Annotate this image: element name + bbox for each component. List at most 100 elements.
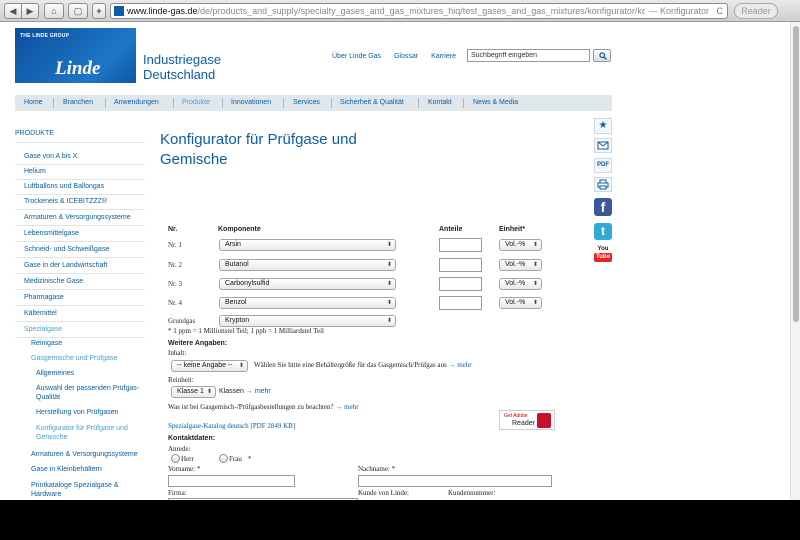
nachname-label: Nachname: * — [358, 465, 396, 473]
sidebar-item-trockeneis[interactable]: Trockeneis & ICEBITZZZ® — [24, 197, 107, 206]
nav-anwendungen[interactable]: Anwendungen — [114, 95, 159, 111]
inhalt-mehr-text: mehr — [457, 361, 472, 369]
sidebar-item-printkataloge[interactable]: Printkataloge Spezialgase & Hardware — [31, 481, 119, 499]
sidebar-item-medizinische-gase[interactable]: Medizinische Gase — [24, 277, 83, 286]
sidebar-item-spezialgase[interactable]: Spezialgase — [24, 325, 62, 334]
search-icon — [599, 52, 607, 60]
url-page-title: — Konfigurator — [645, 4, 709, 18]
anteil-input-3[interactable] — [439, 277, 482, 291]
youtube-icon[interactable]: You Tube — [594, 246, 612, 266]
sidebar-item-konfigurator[interactable]: Konfigurator für Prüfgase und Gemische — [36, 424, 128, 442]
envelope-icon — [597, 141, 609, 150]
sidebar-item-lebensmittelgase[interactable]: Lebensmittelgase — [24, 229, 79, 238]
unit-select-1[interactable]: Vol.-% ⬍ — [499, 239, 542, 251]
anteil-input-1[interactable] — [439, 238, 482, 252]
sidebar-item-armaturen[interactable]: Armaturen & Versorgungssysteme — [24, 213, 131, 222]
kontaktdaten-heading: Kontaktdaten: — [168, 435, 216, 442]
component-select-4[interactable]: Benzol ⬍ — [219, 297, 396, 309]
inhalt-mehr-link[interactable]: → mehr — [448, 361, 471, 369]
bookmark-icon[interactable]: ★ — [594, 118, 612, 134]
anteil-input-4[interactable] — [439, 296, 482, 310]
unit-select-3[interactable]: Vol.-% ⬍ — [499, 278, 542, 290]
nav-news-media[interactable]: News & Media — [473, 95, 518, 111]
component-select-3[interactable]: Carbonylsulfid ⬍ — [219, 278, 396, 290]
radio-frau[interactable] — [219, 454, 228, 463]
radio-herr[interactable] — [171, 454, 180, 463]
link-karriere[interactable]: Karriere — [431, 53, 456, 60]
grundgas-select[interactable]: Krypton ⬍ — [219, 315, 396, 327]
nachname-input[interactable] — [358, 475, 552, 487]
catalog-pdf-link[interactable]: Spezialgase-Katalog deutsch [PDF 2849 KB… — [168, 422, 295, 430]
site-title: Industriegase Deutschland — [143, 52, 221, 82]
nav-produkte[interactable]: Produkte — [182, 95, 210, 111]
sidebar-item-schneid-schweissgase[interactable]: Schneid- und Schweißgase — [24, 245, 109, 254]
kunde-von-linde-label: Kunde von Linde: — [358, 489, 409, 497]
vertical-scrollbar[interactable] — [790, 22, 800, 500]
scrollbar-thumb[interactable] — [793, 26, 799, 322]
web-page: THE LINDE GROUP Linde Industriegase Deut… — [0, 22, 800, 500]
main-navigation: Home Branchen Anwendungen Produkte Innov… — [15, 95, 612, 111]
unit-select-4-value: Vol.-% — [505, 299, 526, 306]
youtube-icon-top: You — [597, 246, 609, 252]
search-button[interactable] — [593, 49, 611, 62]
sidebar-item-landwirtschaft[interactable]: Gase in der Landwirtschaft — [24, 261, 107, 270]
nav-home[interactable]: Home — [24, 95, 43, 111]
sidebar-item-herstellung[interactable]: Herstellung von Prüfgasen — [36, 408, 119, 417]
row-label-1: Nr. 1 — [168, 241, 182, 249]
component-select-2[interactable]: Butanol ⬍ — [219, 259, 396, 271]
link-glossar[interactable]: Glossar — [394, 53, 418, 60]
nav-kontakt[interactable]: Kontakt — [428, 95, 452, 111]
reinheit-mehr-link[interactable]: → mehr — [246, 388, 271, 395]
forward-button[interactable]: ▶ — [21, 3, 39, 19]
select-arrows-icon: ⬍ — [238, 363, 244, 369]
print-icon[interactable] — [594, 177, 612, 192]
mail-icon[interactable] — [594, 138, 612, 153]
reinheit-select[interactable]: Klasse 1 ⬍ — [171, 386, 216, 398]
nav-services[interactable]: Services — [293, 95, 320, 111]
nav-innovationen[interactable]: Innovationen — [231, 95, 271, 111]
inhalt-help-text: Wählen Sie bitte eine Behältergröße für … — [254, 361, 447, 369]
ppm-footnote: * 1 ppm = 1 Millionstel Teil; 1 ppb = 1 … — [168, 327, 324, 335]
sidebar-item-pharmagase[interactable]: Pharmagase — [24, 293, 64, 302]
get-adobe-reader-badge[interactable]: Get Adobe Reader — [499, 410, 555, 430]
select-arrows-icon: ⬍ — [386, 242, 392, 248]
twitter-icon[interactable]: t — [594, 223, 612, 240]
sidebar-item-kleinbehaelter[interactable]: Gase in Kleinbehältern — [31, 465, 102, 474]
back-button[interactable]: ◀ — [4, 3, 22, 19]
search-input[interactable] — [467, 49, 590, 62]
inhalt-select[interactable]: -- keine Angabe -- ⬍ — [171, 360, 248, 372]
unit-select-4[interactable]: Vol.-% ⬍ — [499, 297, 542, 309]
sidebar-item-allgemeines[interactable]: Allgemeines — [36, 369, 74, 378]
link-ueber-linde[interactable]: Über Linde Gas — [332, 53, 381, 60]
top-links: Über Linde Gas Glossar Karriere — [332, 53, 467, 60]
sidebar-item-auswahl-qualitaet[interactable]: Auswahl der passenden Prüfgas- Qualität — [36, 384, 139, 402]
vorname-input[interactable] — [168, 475, 295, 487]
sidebar-item-gasgemische-pruefgase[interactable]: Gasgemische und Prüfgase — [31, 354, 117, 363]
unit-select-2[interactable]: Vol.-% ⬍ — [499, 259, 542, 271]
reinheit-mehr-text: mehr — [254, 388, 271, 395]
reload-icon[interactable]: C — [717, 4, 724, 18]
nav-sicherheit[interactable]: Sicherheit & Qualität — [340, 95, 404, 111]
sidebar-item-luftballons[interactable]: Luftballons und Ballongas — [24, 182, 104, 191]
select-arrows-icon: ⬍ — [386, 262, 392, 268]
pdf-icon[interactable]: PDF — [594, 158, 612, 173]
column-header-komponente: Komponente — [218, 226, 261, 233]
linde-logo[interactable]: THE LINDE GROUP Linde — [15, 28, 136, 83]
unit-select-1-value: Vol.-% — [505, 241, 526, 248]
home-button[interactable]: ⌂ — [44, 3, 64, 19]
address-bar[interactable]: www.linde-gas.de/de/products_and_supply/… — [110, 3, 728, 19]
facebook-icon[interactable]: f — [594, 198, 612, 216]
show-all-tabs-button[interactable]: ▢ — [68, 3, 88, 19]
component-select-1[interactable]: Arsin ⬍ — [219, 239, 396, 251]
add-bookmark-button[interactable]: + — [92, 3, 106, 19]
sidebar-item-kaeltemittel[interactable]: Kältemittel — [24, 309, 57, 318]
reader-button[interactable]: Reader — [734, 3, 778, 19]
column-header-nr: Nr. — [168, 226, 178, 233]
question-mehr-link[interactable]: → mehr — [335, 403, 358, 411]
sidebar-item-helium[interactable]: Helium — [24, 167, 46, 176]
nav-branchen[interactable]: Branchen — [63, 95, 93, 111]
sidebar-item-reinigase[interactable]: Reinigase — [31, 339, 62, 348]
anteil-input-2[interactable] — [439, 258, 482, 272]
sidebar-item-armaturen-versorgung[interactable]: Armaturen & Versorgungssysteme — [31, 450, 138, 459]
sidebar-item-gase-a-bis-x[interactable]: Gase von A bis X — [24, 152, 77, 161]
